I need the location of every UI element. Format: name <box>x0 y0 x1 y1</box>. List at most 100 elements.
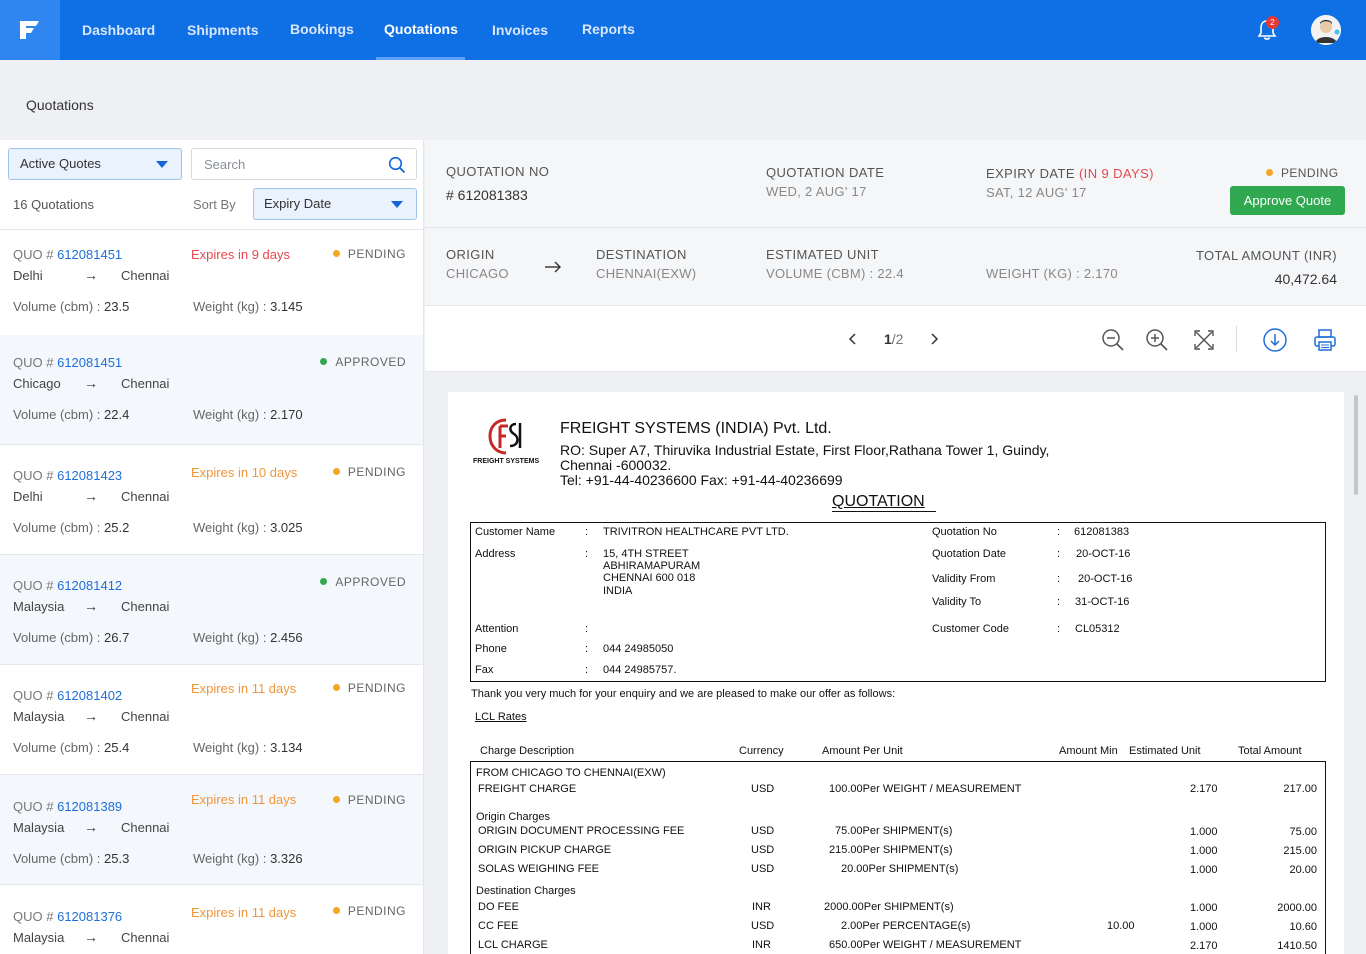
charge-total: 217.00 <box>1283 783 1317 795</box>
chevron-right-icon[interactable] <box>926 331 942 347</box>
charge-unit: 1.000 <box>1190 826 1218 838</box>
quote-list-item[interactable]: QUO # 612081451 Expires in 9 days PENDIN… <box>0 230 423 340</box>
weight: Weight (kg) : 2.170 <box>193 407 303 422</box>
colon: : <box>585 526 589 538</box>
download-icon[interactable] <box>1262 327 1288 353</box>
search-icon[interactable] <box>388 156 406 174</box>
charge-amount: 650.00Per WEIGHT / MEASUREMENT <box>829 939 1022 951</box>
colon: : <box>1057 548 1061 560</box>
quote-list-item[interactable]: QUO # 612081423 Expires in 10 days PENDI… <box>0 445 423 555</box>
nav-shipments[interactable]: Shipments <box>187 0 259 60</box>
charge-total: 1410.50 <box>1277 940 1317 952</box>
col-amount-min: Amount Min <box>1059 745 1118 757</box>
zoom-in-icon[interactable] <box>1144 327 1170 353</box>
destination: Chennai <box>121 820 170 835</box>
volume-value: VOLUME (CBM) : 22.4 <box>766 266 904 281</box>
nav-bookings[interactable]: Bookings <box>290 0 354 59</box>
search-box[interactable] <box>191 148 417 180</box>
quotation-no-label: Quotation No <box>932 526 997 538</box>
validity-to-label: Validity To <box>932 596 982 608</box>
notification-badge: 2 <box>1266 16 1279 29</box>
status-badge: PENDING <box>332 904 406 918</box>
origin: Malaysia <box>13 599 65 614</box>
print-icon[interactable] <box>1312 327 1338 353</box>
colon: : <box>585 643 589 655</box>
charge-unit: 1.000 <box>1190 864 1218 876</box>
weight: Weight (kg) : 3.326 <box>193 851 303 866</box>
address-line: 15, 4TH STREET <box>603 548 689 560</box>
quote-list-item[interactable]: QUO # 612081451 APPROVED Chicago → Chenn… <box>0 335 423 445</box>
colon: : <box>585 623 589 635</box>
charge-amount: 20.00Per SHIPMENT(s) <box>841 863 959 875</box>
colon: : <box>1057 526 1061 538</box>
charge-currency: USD <box>751 825 775 837</box>
volume: Volume (cbm) : 22.4 <box>13 407 130 422</box>
nav-invoices[interactable]: Invoices <box>492 0 548 60</box>
list-toolbar: Active Quotes 16 Quotations Sort By Expi… <box>0 140 423 230</box>
charge-total: 10.60 <box>1289 921 1317 933</box>
quote-list-item[interactable]: QUO # 612081389 Expires in 11 days PENDI… <box>0 775 423 885</box>
volume: Volume (cbm) : 25.4 <box>13 740 130 755</box>
document-scrollbar[interactable] <box>1354 395 1358 495</box>
quote-list-item[interactable]: QUO # 612081412 APPROVED Malaysia → Chen… <box>0 555 423 665</box>
company-logo <box>488 418 522 455</box>
approve-quote-button[interactable]: Approve Quote <box>1230 186 1345 215</box>
sort-dropdown[interactable]: Expiry Date <box>253 188 417 220</box>
nav-reports[interactable]: Reports <box>582 0 635 59</box>
company-address-1: RO: Super A7, Thiruvika Industrial Estat… <box>560 442 1050 458</box>
customer-code: CL05312 <box>1075 623 1120 635</box>
app-logo[interactable] <box>0 0 60 60</box>
charge-unit: 2.170 <box>1190 783 1218 795</box>
expiry-text: Expires in 11 days <box>191 792 297 807</box>
company-name: FREIGHT SYSTEMS (INDIA) Pvt. Ltd. <box>560 420 832 437</box>
destination: Chennai <box>121 709 170 724</box>
search-input[interactable] <box>204 149 384 179</box>
volume: Volume (cbm) : 26.7 <box>13 630 130 645</box>
status-filter-dropdown[interactable]: Active Quotes <box>8 148 182 180</box>
charge-currency: USD <box>751 783 775 795</box>
destination: Chennai <box>121 268 170 283</box>
destination: Chennai <box>121 376 170 391</box>
charge-total: 2000.00 <box>1277 902 1317 914</box>
colon: : <box>585 548 589 560</box>
origin-charges-heading: Origin Charges <box>476 811 550 823</box>
address-line: ABHIRAMAPURAM <box>603 560 701 572</box>
phone: 044 24985050 <box>603 643 674 655</box>
charge-description: DO FEE <box>478 901 519 913</box>
quote-list-item[interactable]: QUO # 612081376 Expires in 11 days PENDI… <box>0 886 423 954</box>
charge-currency: INR <box>752 939 771 951</box>
customer-code-label: Customer Code <box>932 623 1010 635</box>
fullscreen-icon[interactable] <box>1191 327 1217 353</box>
quote-list-item[interactable]: QUO # 612081402 Expires in 11 days PENDI… <box>0 665 423 775</box>
charge-description: FREIGHT CHARGE <box>478 783 577 795</box>
col-total-amount: Total Amount <box>1238 745 1302 757</box>
status-badge: PENDING <box>332 247 406 261</box>
nav-quotations[interactable]: Quotations <box>384 0 458 59</box>
quotation-detail-panel: QUOTATION NO # 612081383 QUOTATION DATE … <box>425 140 1366 954</box>
arrow-right-icon: → <box>84 375 98 391</box>
destination-label: DESTINATION <box>596 247 687 262</box>
quote-number: QUO # 612081402 <box>13 688 123 703</box>
volume: Volume (cbm) : 23.5 <box>13 299 130 314</box>
intro-text: Thank you very much for your enquiry and… <box>471 688 896 700</box>
weight: Weight (kg) : 3.025 <box>193 520 303 535</box>
quote-number: QUO # 612081451 <box>13 247 123 262</box>
zoom-out-icon[interactable] <box>1100 327 1126 353</box>
col-currency: Currency <box>739 745 784 757</box>
sort-value: Expiry Date <box>264 196 332 211</box>
fax-label: Fax <box>475 664 494 676</box>
status-badge: PENDING <box>332 793 406 807</box>
document-heading: QUOTATION <box>832 493 925 510</box>
origin-value: CHICAGO <box>446 266 509 281</box>
status-filter-value: Active Quotes <box>20 156 101 171</box>
user-avatar[interactable] <box>1311 15 1341 45</box>
arrow-right-icon: → <box>84 598 98 614</box>
charge-description: CC FEE <box>478 920 519 932</box>
customer-info-box <box>470 522 1326 682</box>
validity-to: 31-OCT-16 <box>1075 596 1130 608</box>
quotation-no: 612081383 <box>1074 526 1130 538</box>
charge-amount: 215.00Per SHIPMENT(s) <box>829 844 953 856</box>
quotation-list-panel: Active Quotes 16 Quotations Sort By Expi… <box>0 140 424 954</box>
chevron-left-icon[interactable] <box>845 331 861 347</box>
nav-dashboard[interactable]: Dashboard <box>82 0 155 60</box>
